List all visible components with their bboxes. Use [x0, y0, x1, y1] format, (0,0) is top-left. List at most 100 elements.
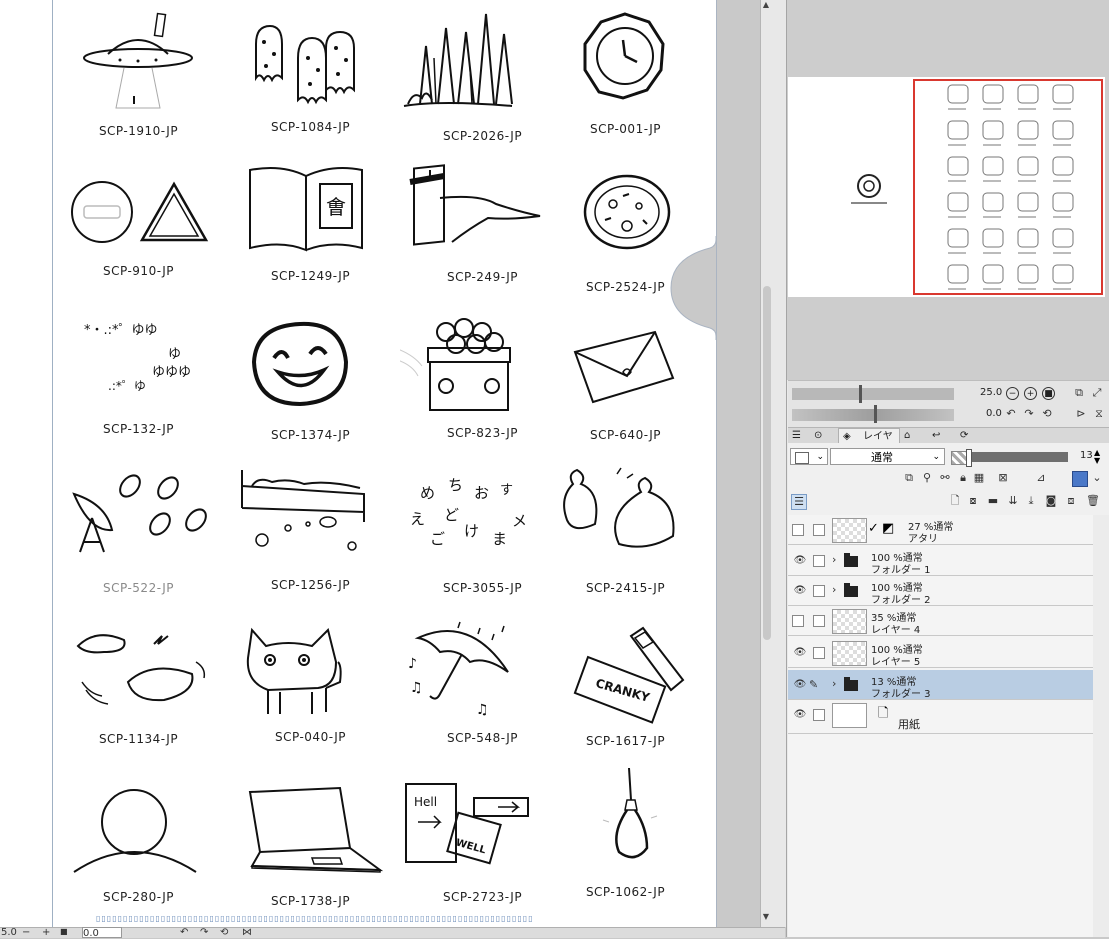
layer-row[interactable]: 👁︎ › 100 %通常 フォルダー 1 [788, 546, 1093, 576]
enable-mask-icon[interactable]: ⊠ [996, 471, 1010, 485]
nav-zoom-value: 25.0 [980, 387, 1003, 398]
auto-action-tab-icon[interactable]: ⟳ [960, 429, 968, 443]
opacity-slider-handle[interactable] [966, 449, 972, 467]
layer-select-checkbox[interactable] [813, 647, 825, 659]
lock-icon[interactable]: 🔒︎ [956, 471, 970, 485]
zoom-in-button[interactable]: + [42, 927, 50, 938]
svg-text:お: お [474, 484, 489, 502]
draft-layer-icon[interactable]: ⚯ [938, 471, 952, 485]
ruler-display-icon[interactable]: ⊿ [1034, 471, 1048, 485]
reset-rotation-icon[interactable]: ⟲ [220, 927, 228, 938]
canvas-area[interactable]: SCP-1910-JP SCP-1084-JP SCP-2026-JP SCP-… [0, 0, 760, 927]
chevron-right-icon[interactable]: › [832, 677, 836, 690]
history-tab-icon[interactable]: ↩ [932, 429, 940, 443]
cell-label: SCP-1617-JP [585, 734, 666, 748]
merge-down-icon[interactable]: ⤓ [1024, 494, 1038, 508]
zoom-slider[interactable] [792, 388, 954, 400]
paper-layer-icon: 🗋︎ [878, 706, 889, 721]
fit-square-icon[interactable]: ■ [60, 927, 68, 936]
rotate-right-icon[interactable]: ↷ [1022, 407, 1036, 421]
rotation-slider[interactable] [792, 409, 954, 421]
visibility-toggle[interactable] [792, 524, 804, 536]
angle-field[interactable]: 0.0 [82, 927, 122, 939]
layer-row-selected[interactable]: 👁︎ ✎ › 13 %通常 フォルダー 3 [788, 670, 1093, 700]
chevron-down-icon[interactable]: ⌄ [1090, 471, 1104, 485]
layer-list-scrollbar[interactable] [1093, 515, 1109, 937]
visibility-toggle[interactable] [792, 615, 804, 627]
illustration-cell: 㑹 SCP-1249-JP [228, 158, 393, 308]
new-mask-icon[interactable]: ◙ [1044, 494, 1058, 508]
layer-search-tab-icon[interactable]: ⌂ [904, 429, 910, 443]
fit-window-icon[interactable]: ⧉ [1072, 386, 1086, 400]
panel-menu-icon[interactable]: ☰ [792, 429, 801, 443]
clip-layer-icon[interactable]: ⧉ [902, 471, 916, 485]
new-raster-layer-icon[interactable]: 🗋︎ [948, 494, 962, 508]
actual-size-icon[interactable]: ⤢ [1090, 386, 1104, 400]
illustration-cell: *・.:*゜ゆゆ ゆ ゆゆゆ .:*゜ゆ SCP-132-JP [56, 310, 221, 460]
lock-transparency-icon[interactable]: ▦ [972, 471, 986, 485]
layer-name: フォルダー 2 [871, 595, 931, 606]
color-mode-dropdown[interactable]: ⌄ [790, 448, 828, 465]
nav-rotation-value: 0.0 [986, 408, 1002, 419]
chevron-right-icon[interactable]: › [832, 583, 836, 596]
layer-row[interactable]: 35 %通常 レイヤー 4 [788, 606, 1093, 636]
rotate-right-icon[interactable]: ↷ [200, 927, 208, 938]
chevron-down-icon: ⌄ [816, 452, 824, 462]
zoom-out-button[interactable]: − [22, 927, 30, 938]
rotate-left-icon[interactable]: ↶ [180, 927, 188, 938]
layer-property-tab-icon[interactable]: ⊙ [814, 429, 822, 443]
scroll-down-arrow-icon[interactable]: ▼ [760, 912, 772, 926]
apply-mask-icon[interactable]: ⧈ [1064, 494, 1078, 508]
eye-icon[interactable]: 👁︎ [793, 679, 807, 691]
eye-icon[interactable]: 👁︎ [793, 709, 807, 721]
zoom-value[interactable]: 5.0 [1, 927, 17, 938]
layer-select-checkbox[interactable] [813, 555, 825, 567]
layer-color-icon[interactable] [1072, 471, 1088, 487]
eye-icon[interactable]: 👁︎ [793, 555, 807, 567]
zoom-in-icon[interactable]: + [1024, 387, 1037, 400]
yu-line-4: .:*゜ゆ [108, 379, 146, 393]
zoom-out-icon[interactable]: − [1006, 387, 1019, 400]
opacity-spinner-icon[interactable]: ▲ ▼ [1094, 449, 1100, 465]
dango-box-icon [400, 318, 511, 411]
flip-horizontal-icon[interactable]: ⊳ [1074, 407, 1088, 421]
rotate-left-icon[interactable]: ↶ [1004, 407, 1018, 421]
layer-select-checkbox[interactable] [813, 615, 825, 627]
layer-select-checkbox[interactable] [813, 585, 825, 597]
zoom-stop-icon[interactable]: ■ [1042, 387, 1055, 400]
opacity-value[interactable]: 13 [1080, 450, 1093, 461]
chevron-right-icon[interactable]: › [832, 553, 836, 566]
rotation-slider-handle[interactable] [874, 405, 877, 423]
reset-rotation-icon[interactable]: ⟲ [1040, 407, 1054, 421]
new-folder-icon[interactable]: ▬ [986, 494, 1000, 508]
svg-text:め: め [420, 484, 435, 502]
illustration-cell: SCP-1256-JP [228, 464, 393, 614]
flip-icon[interactable]: ⋈ [242, 927, 252, 938]
layer-row[interactable]: 👁︎ 100 %通常 レイヤー 5 [788, 638, 1093, 668]
navigator-view-frame[interactable] [913, 79, 1103, 295]
layer-list-mode-icon[interactable]: ☰ [791, 494, 807, 510]
trash-icon[interactable]: 🗑︎ [1086, 494, 1100, 508]
scroll-up-arrow-icon[interactable]: ▲ [760, 0, 772, 14]
cell-label: SCP-548-JP [447, 731, 518, 745]
cell-label: SCP-1374-JP [270, 428, 351, 442]
opacity-slider[interactable] [968, 452, 1068, 462]
eye-icon[interactable]: 👁︎ [793, 647, 807, 659]
yu-line-2: ゆ [168, 347, 181, 362]
scrollbar-thumb[interactable] [763, 286, 771, 640]
transfer-down-icon[interactable]: ⇊ [1006, 494, 1020, 508]
new-vector-layer-icon[interactable]: ⧇ [966, 494, 980, 508]
eye-icon[interactable]: 👁︎ [793, 585, 807, 597]
zoom-slider-handle[interactable] [859, 385, 862, 403]
layer-row[interactable]: 👁︎ 🗋︎ 用紙 [788, 700, 1093, 734]
svg-text:♪: ♪ [408, 656, 417, 672]
tab-layer[interactable]: ◈ レイヤー [838, 428, 900, 456]
flip-vertical-icon[interactable]: ⧖ [1092, 407, 1106, 421]
layer-row[interactable]: 👁︎ › 100 %通常 フォルダー 2 [788, 576, 1093, 606]
blend-mode-dropdown[interactable]: 通常 ⌄ [830, 448, 945, 465]
layer-blend-row: ⌄ 通常 ⌄ 13 ▲ ▼ [788, 443, 1109, 471]
layer-select-checkbox[interactable] [813, 709, 825, 721]
layer-select-checkbox[interactable] [813, 524, 825, 536]
layer-row[interactable]: ✓ ◩ 27 %通常 アタリ [788, 515, 1093, 545]
reference-layer-icon[interactable]: ⚲ [920, 471, 934, 485]
